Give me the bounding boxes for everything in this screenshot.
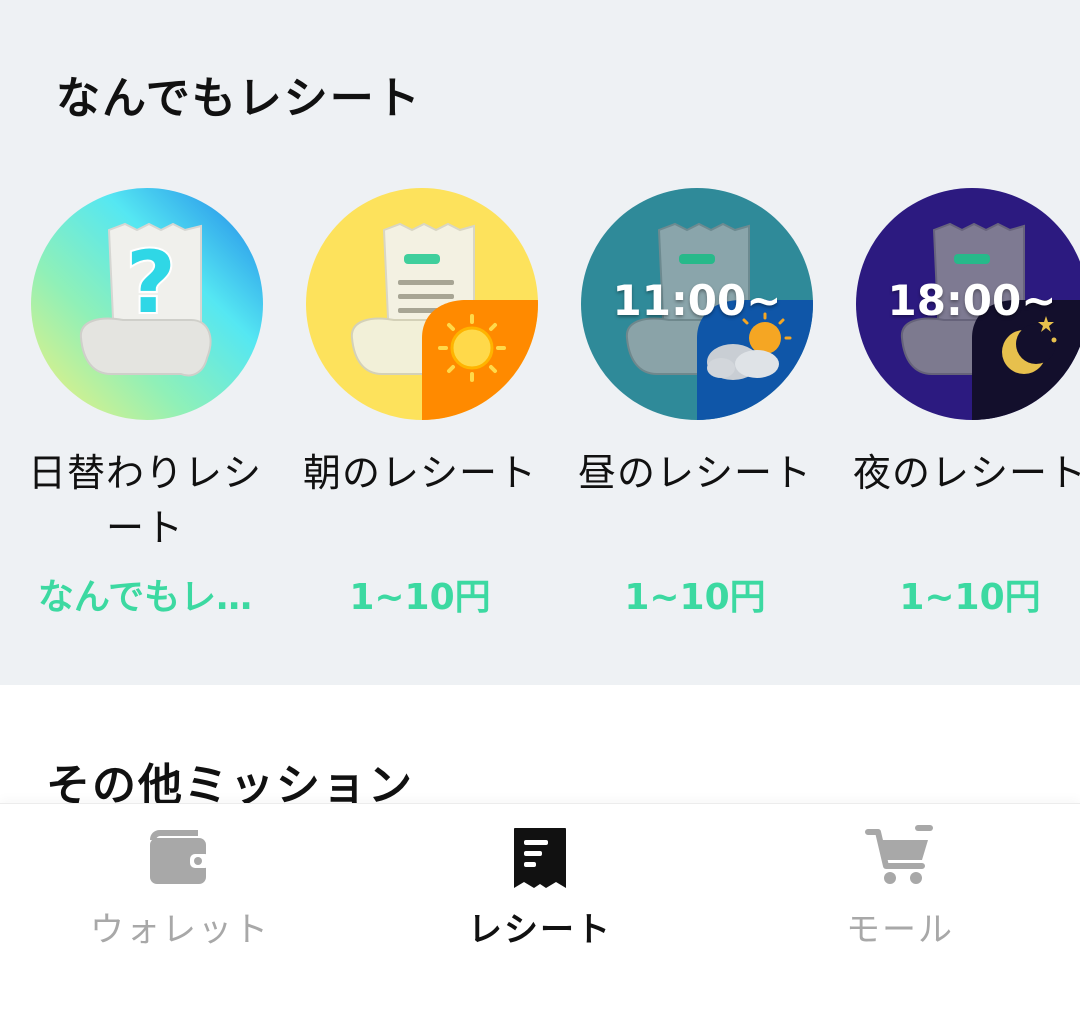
receipt-time-label: 11:00~: [612, 276, 782, 325]
svg-text:?: ?: [126, 233, 176, 333]
receipt-card-name: 夜のレシート: [852, 451, 1080, 495]
tab-label: レシート: [468, 910, 612, 950]
morning-receipt-icon: [306, 188, 538, 420]
receipt-time-label: 18:00~: [887, 276, 1057, 325]
receipt-card-name: 昼のレシート: [577, 451, 812, 495]
receipt-card-name: 日替わりレシート: [27, 451, 262, 550]
bottom-tab-bar: ウォレット レシート モール: [0, 803, 1080, 1026]
cart-icon: [865, 825, 933, 884]
night-receipt-icon: 18:00~: [856, 188, 1080, 420]
receipt-card-noon[interactable]: 11:00~ 昼のレシート 1~10円: [578, 188, 828, 628]
receipt-card-name: 朝のレシート: [302, 451, 537, 495]
tab-wallet[interactable]: ウォレット: [50, 824, 310, 954]
section-title: なんでもレシート: [56, 73, 422, 124]
receipts-section: なんでもレシート ? 日替わりレシート なんでもレ… 朝のレシート 1~10円 …: [0, 0, 1080, 685]
receipt-card-daily[interactable]: ? 日替わりレシート なんでもレ…: [28, 188, 278, 628]
tab-mall[interactable]: モール: [770, 824, 1030, 954]
receipt-card-reward: 1~10円: [624, 577, 766, 618]
tab-label: ウォレット: [90, 910, 270, 950]
question-receipt-icon: ?: [31, 188, 263, 420]
receipt-card-reward: 1~10円: [899, 577, 1041, 618]
tab-label: モール: [846, 910, 954, 950]
receipt-card-night[interactable]: 18:00~ 夜のレシート 1~10円: [853, 188, 1080, 628]
other-missions-section: その他ミッション: [0, 685, 1080, 811]
receipt-card-reward: なんでもレ…: [37, 577, 253, 618]
noon-receipt-icon: 11:00~: [581, 188, 813, 420]
receipt-card-morning[interactable]: 朝のレシート 1~10円: [303, 188, 553, 628]
tab-receipt[interactable]: レシート: [410, 824, 670, 954]
receipt-icon: [514, 828, 566, 888]
receipt-card-reward: 1~10円: [349, 577, 491, 618]
wallet-icon: [150, 830, 210, 884]
